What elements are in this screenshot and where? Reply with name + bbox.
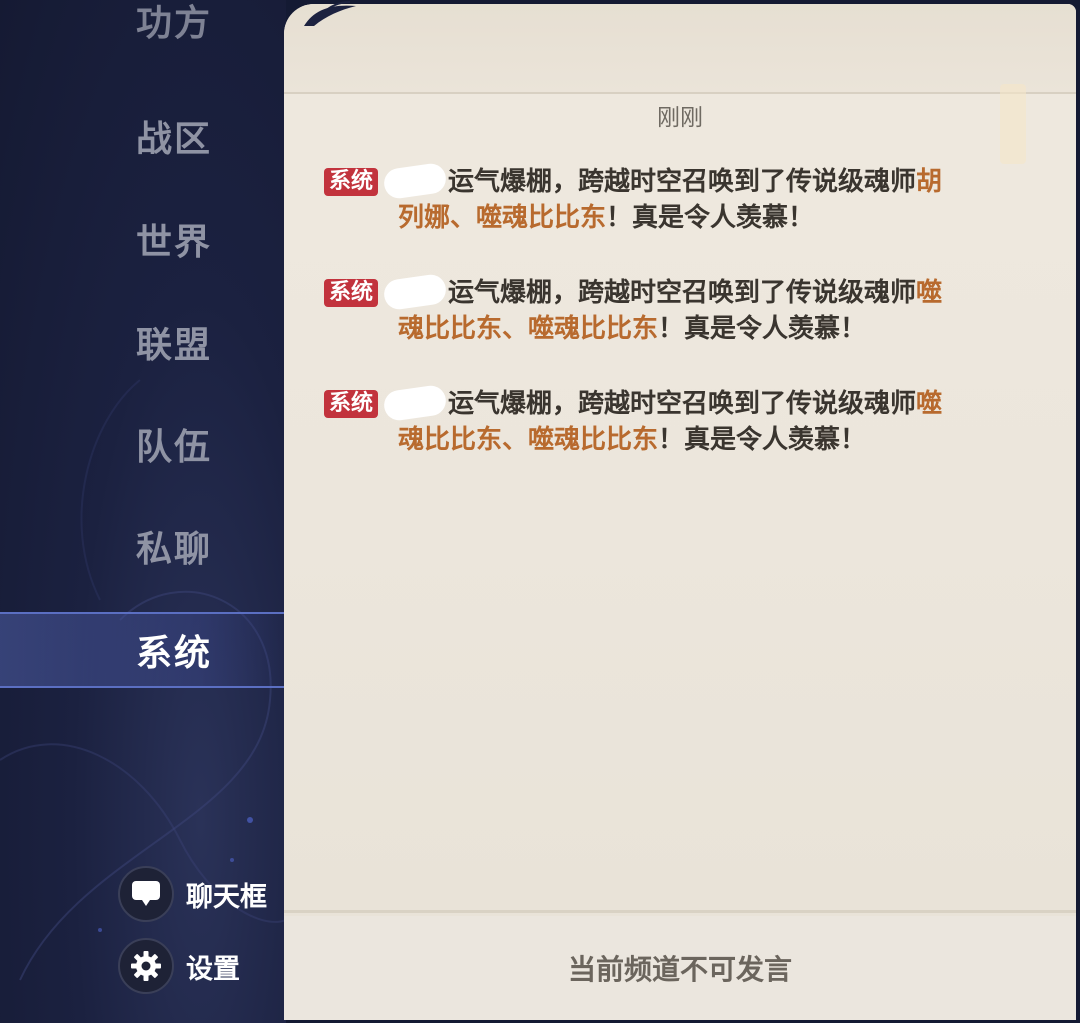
- tab-label: 私聊: [136, 528, 213, 570]
- system-message: 系统 运气爆棚，跨越时空召唤到了传说级魂师噬 魂比比东、噬魂比比东！真是令人羡慕！: [324, 272, 1014, 347]
- tab-private-chat[interactable]: 私聊: [0, 510, 286, 582]
- gear-icon: [118, 938, 174, 994]
- tab-label: 功方: [136, 2, 213, 44]
- tab-label: 战区: [136, 118, 213, 160]
- tab-system[interactable]: 系统: [0, 612, 286, 688]
- channel-sidebar: 功方 战区 世界 联盟 队伍 私聊 系统 聊天框 设置: [0, 0, 286, 1023]
- hero-name-highlight: 魂比比东、噬魂比比东: [398, 425, 659, 455]
- system-message: 系统 运气爆棚，跨越时空召唤到了传说级魂师噬 魂比比东、噬魂比比东！真是令人羡慕！: [324, 383, 1014, 458]
- chat-box-label: 聊天框: [186, 881, 267, 913]
- system-tag: 系统: [324, 279, 379, 307]
- tab-partial[interactable]: 功方: [0, 0, 286, 56]
- message-panel: 刚刚 系统 运气爆棚，跨越时空召唤到了传说级魂师胡 列娜、噬魂比比东！真是令人羡慕…: [284, 4, 1076, 1020]
- system-tag: 系统: [324, 390, 379, 418]
- settings-label: 设置: [186, 953, 240, 985]
- message-text: 运气爆棚，跨越时空召唤到了传说级魂师: [448, 389, 917, 419]
- hero-name-highlight: 魂比比东、噬魂比比东: [398, 314, 659, 344]
- tab-label: 队伍: [136, 426, 213, 468]
- message-text: ！真是令人羡慕！: [606, 203, 815, 233]
- message-text: ！真是令人羡慕！: [658, 314, 867, 344]
- leaf-decoration-icon: [304, 1, 356, 26]
- hero-name-highlight: 列娜、噬魂比比东: [398, 203, 607, 233]
- redaction-mark: [382, 272, 448, 312]
- tab-label: 世界: [136, 221, 213, 263]
- chat-box-button[interactable]: 聊天框: [118, 866, 267, 922]
- settings-button[interactable]: 设置: [118, 938, 240, 994]
- no-speaking-notice: 当前频道不可发言: [567, 953, 792, 986]
- hero-name-highlight: 噬: [916, 278, 943, 308]
- tab-label: 系统: [136, 632, 213, 674]
- panel-header-band: [284, 4, 1076, 94]
- message-timestamp: 刚刚: [657, 105, 703, 131]
- tab-team[interactable]: 队伍: [0, 408, 286, 480]
- footer-divider: [284, 910, 1076, 913]
- redaction-mark: [382, 383, 448, 423]
- tab-label: 联盟: [136, 324, 213, 366]
- input-area: 当前频道不可发言: [284, 916, 1076, 1020]
- hero-name-highlight: 胡: [916, 167, 943, 197]
- message-text: ！真是令人羡慕！: [658, 425, 867, 455]
- chat-window: 功方 战区 世界 联盟 队伍 私聊 系统 聊天框 设置 刚刚 系统 运气爆棚，跨…: [0, 0, 1080, 1023]
- tab-battle-zone[interactable]: 战区: [0, 100, 286, 172]
- tab-world[interactable]: 世界: [0, 203, 286, 275]
- redaction-mark: [382, 161, 448, 201]
- message-text: 运气爆棚，跨越时空召唤到了传说级魂师: [448, 167, 917, 197]
- tab-alliance[interactable]: 联盟: [0, 306, 286, 378]
- hero-name-highlight: 噬: [916, 389, 943, 419]
- chat-bubble-icon: [118, 866, 174, 922]
- message-text: 运气爆棚，跨越时空召唤到了传说级魂师: [448, 278, 917, 308]
- system-tag: 系统: [324, 168, 379, 196]
- system-message: 系统 运气爆棚，跨越时空召唤到了传说级魂师胡 列娜、噬魂比比东！真是令人羡慕！: [324, 161, 1014, 236]
